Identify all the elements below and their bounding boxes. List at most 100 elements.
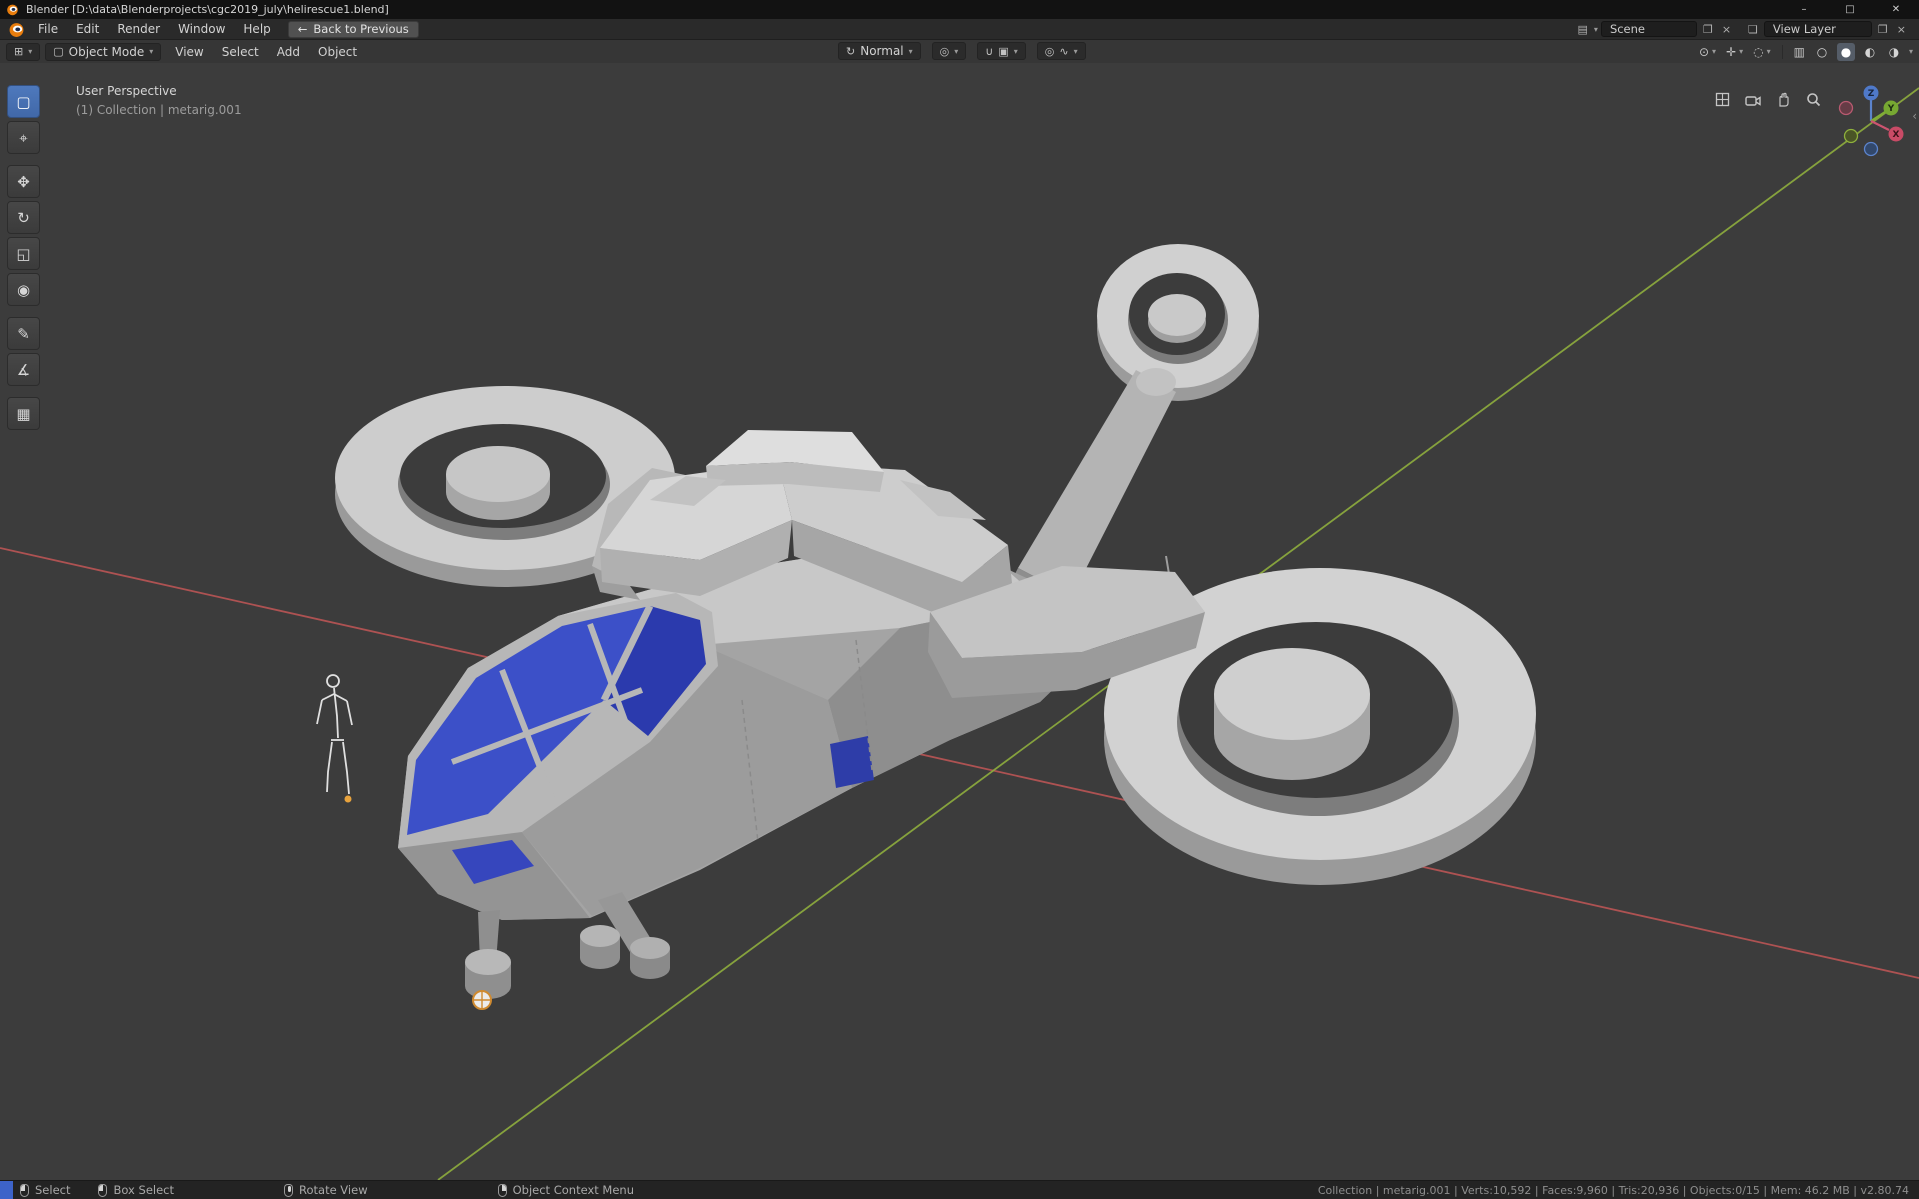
blender-window: Blender [D:\data\Blenderprojects\cgc2019…: [0, 0, 1919, 1199]
tool-annotate[interactable]: ✎: [7, 317, 40, 350]
snap-dropdown[interactable]: ∪ ▣ ▾: [977, 42, 1026, 60]
new-view-layer-icon[interactable]: ❐: [1875, 24, 1891, 35]
new-scene-icon[interactable]: ❐: [1700, 24, 1716, 35]
mode-dropdown[interactable]: ▢ Object Mode ▾: [45, 42, 162, 61]
shading-popover-chevron[interactable]: ▾: [1909, 47, 1913, 56]
navigation-gizmo[interactable]: Z Y X: [1829, 79, 1913, 167]
blender-app-icon: [6, 3, 19, 16]
menu-window[interactable]: Window: [169, 19, 234, 39]
viewport-3d[interactable]: User Perspective (1) Collection | metari…: [0, 63, 1919, 1180]
camera-view-icon[interactable]: [1745, 93, 1761, 107]
view-layer-field[interactable]: View Layer: [1763, 21, 1872, 37]
shading-material-button[interactable]: ◐: [1861, 43, 1879, 61]
shading-rendered-button[interactable]: ◑: [1885, 43, 1903, 61]
tool-group-gap: [7, 157, 40, 162]
xray-toggle-button[interactable]: ▥: [1792, 45, 1807, 59]
tool-select-box[interactable]: ▢: [7, 85, 40, 118]
proportional-editing-dropdown[interactable]: ◎ ∿ ▾: [1036, 42, 1086, 60]
proportional-icon: ◎: [1044, 44, 1055, 58]
gizmo-neg-y-ball: [1843, 128, 1859, 144]
falloff-icon: ∿: [1059, 44, 1069, 58]
scene-canvas[interactable]: [0, 63, 1919, 1180]
tool-shelf: ▢ ⌖ ✥ ↻ ◱ ◉ ✎ ∡ ▦: [7, 85, 40, 430]
close-button[interactable]: ✕: [1873, 0, 1919, 19]
remove-view-layer-icon[interactable]: ×: [1894, 24, 1909, 35]
gizmos-icon: ✛: [1726, 44, 1737, 59]
menu-edit[interactable]: Edit: [67, 19, 108, 39]
xray-icon: ▥: [1793, 44, 1805, 59]
overlays-icon: ◌: [1753, 44, 1764, 59]
titlebar: Blender [D:\data\Blenderprojects\cgc2019…: [0, 0, 1919, 19]
tool-group-gap: [7, 309, 40, 314]
gear-ball-widget: [472, 990, 492, 1010]
shading-solid-button[interactable]: ●: [1836, 42, 1855, 61]
editor-type-icon: ⊞: [14, 45, 24, 58]
middle-mouse-icon: [284, 1183, 293, 1197]
tool-move[interactable]: ✥: [7, 165, 40, 198]
header-separator: [1781, 44, 1783, 59]
menu-select[interactable]: Select: [213, 40, 268, 63]
tool-scale[interactable]: ◱: [7, 237, 40, 270]
tool-transform[interactable]: ◉: [7, 273, 40, 306]
overlays-toggle-button[interactable]: ◌ ▾: [1751, 45, 1773, 59]
left-mouse-drag-icon: [98, 1183, 108, 1197]
side-window: [830, 736, 874, 788]
snap-target-icon: ▣: [998, 44, 1009, 58]
statusbar-stats: Collection | metarig.001 | Verts:10,592 …: [1317, 1183, 1909, 1197]
transform-orientation-dropdown[interactable]: ↻ Normal ▾: [838, 42, 921, 60]
visibility-icon: ⊙: [1698, 44, 1710, 59]
scene-name-field[interactable]: Scene: [1600, 21, 1697, 37]
snap-magnet-icon: ∪: [985, 44, 994, 58]
maximize-button[interactable]: □: [1827, 0, 1873, 19]
window-title: Blender [D:\data\Blenderprojects\cgc2019…: [26, 3, 389, 16]
pan-hand-icon[interactable]: [1776, 92, 1791, 107]
object-mode-icon: ▢: [53, 45, 64, 58]
viewport-collection-label: (1) Collection | metarig.001: [76, 103, 242, 117]
blender-logo[interactable]: [8, 21, 25, 38]
orientation-icon: ↻: [846, 44, 856, 58]
back-arrow-icon: ←: [297, 22, 308, 36]
hint-context-menu: Object Context Menu: [497, 1183, 634, 1197]
visibility-filter-button[interactable]: ⊙ ▾: [1697, 45, 1718, 59]
svg-text:X: X: [1893, 130, 1900, 140]
tool-add-cube[interactable]: ▦: [7, 397, 40, 430]
orthographic-toggle-icon[interactable]: [1715, 92, 1730, 107]
hint-box-select: Box Select: [98, 1183, 174, 1197]
viewport-nav-controls: [1715, 92, 1821, 107]
svg-text:Z: Z: [1868, 89, 1875, 99]
menu-object[interactable]: Object: [309, 40, 366, 63]
tool-cursor[interactable]: ⌖: [7, 121, 40, 154]
menu-add[interactable]: Add: [268, 40, 309, 63]
gizmos-toggle-button[interactable]: ✛ ▾: [1724, 45, 1745, 59]
menu-help[interactable]: Help: [234, 19, 279, 39]
menu-render[interactable]: Render: [108, 19, 169, 39]
back-to-previous-button[interactable]: ← Back to Previous: [287, 20, 419, 38]
svg-text:Y: Y: [1887, 104, 1895, 114]
metarig-armature[interactable]: [316, 674, 353, 803]
zoom-icon[interactable]: [1806, 92, 1821, 107]
gizmo-neg-z-ball: [1863, 141, 1879, 157]
right-mouse-icon: [497, 1183, 507, 1197]
tool-rotate[interactable]: ↻: [7, 201, 40, 234]
hint-rotate-view: Rotate View: [284, 1183, 368, 1197]
menu-file[interactable]: File: [29, 19, 67, 39]
hint-select: Select: [20, 1183, 70, 1197]
unlink-scene-icon[interactable]: ×: [1719, 24, 1734, 35]
tool-measure[interactable]: ∡: [7, 353, 40, 386]
menu-view[interactable]: View: [166, 40, 212, 63]
gizmo-neg-x-ball: [1838, 100, 1854, 116]
armature-origin-dot: [344, 795, 352, 803]
pivot-point-dropdown[interactable]: ◎ ▾: [931, 42, 967, 60]
minimize-button[interactable]: –: [1781, 0, 1827, 19]
tail-rotor: [1097, 244, 1259, 401]
tool-group-gap: [7, 389, 40, 394]
scene-browse-chevron[interactable]: ▾: [1594, 25, 1598, 34]
sidebar-toggle-arrow[interactable]: ‹: [1912, 109, 1917, 123]
helicopter-model[interactable]: [335, 244, 1536, 1010]
scene-icon: ▤: [1577, 22, 1588, 36]
shading-wireframe-button[interactable]: ○: [1813, 43, 1831, 61]
statusbar: Select Box Select Rotate View Object Con…: [0, 1180, 1919, 1199]
left-mouse-icon: [20, 1183, 29, 1197]
editor-type-dropdown[interactable]: ⊞ ▾: [6, 42, 41, 61]
statusbar-corner-accent: [0, 1181, 13, 1199]
